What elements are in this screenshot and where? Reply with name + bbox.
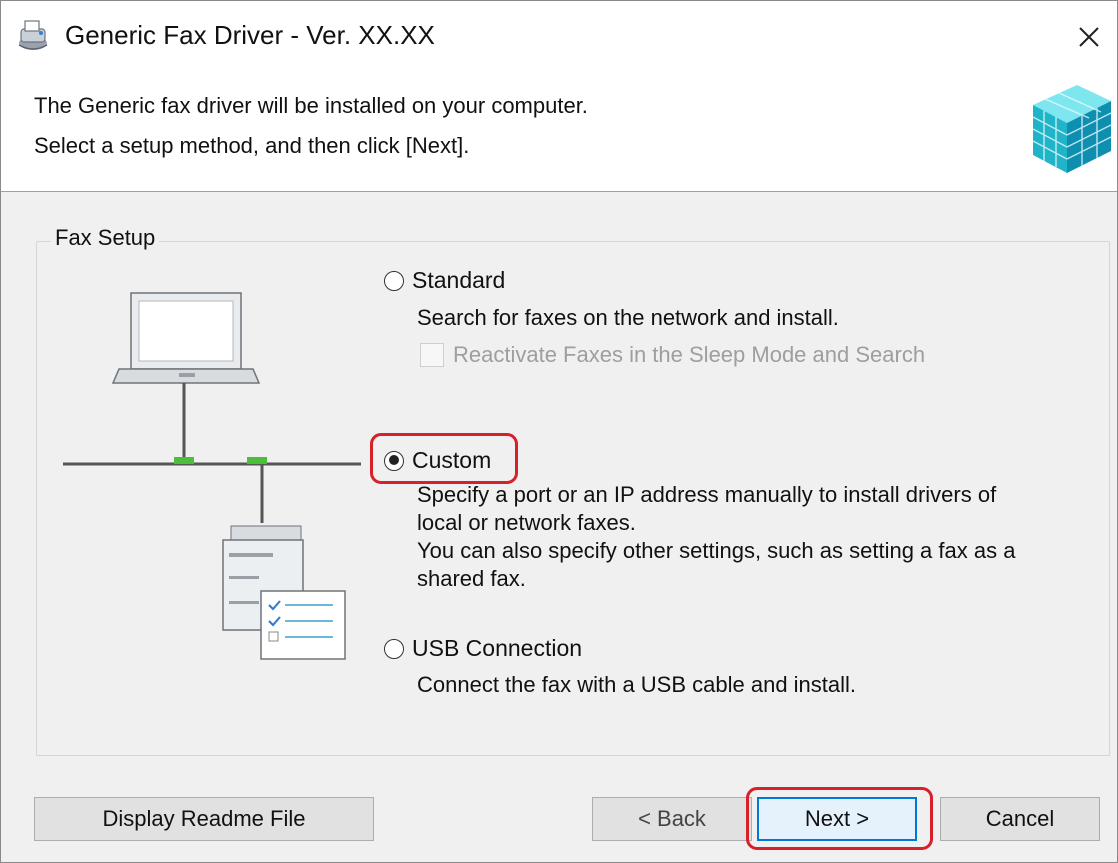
cancel-button[interactable]: Cancel xyxy=(940,797,1100,841)
fax-driver-app-icon xyxy=(18,20,48,50)
window-title: Generic Fax Driver - Ver. XX.XX xyxy=(65,20,435,50)
display-readme-button[interactable]: Display Readme File xyxy=(34,797,374,841)
title-bar: Generic Fax Driver - Ver. XX.XX xyxy=(1,1,1117,75)
radio-custom-circle[interactable] xyxy=(384,450,404,471)
usb-connection-description: Connect the fax with a USB cable and ins… xyxy=(417,672,857,697)
back-button[interactable]: < Back xyxy=(592,797,752,841)
custom-description-line-3: You can also specify other settings, suc… xyxy=(417,538,1016,563)
header-panel: The Generic fax driver will be installed… xyxy=(1,75,1117,192)
custom-description-line-1: Specify a port or an IP address manually… xyxy=(417,482,997,507)
network-illustration xyxy=(63,292,361,660)
next-button[interactable]: Next > xyxy=(757,797,917,841)
radio-usb-connection[interactable]: USB Connection xyxy=(384,635,582,662)
header-line-2: Select a setup method, and then click [N… xyxy=(34,133,470,158)
radio-standard-circle[interactable] xyxy=(384,270,404,291)
custom-description-line-2: local or network faxes. xyxy=(417,510,636,535)
fax-setup-group-label: Fax Setup xyxy=(51,225,160,251)
header-line-1: The Generic fax driver will be installed… xyxy=(34,93,588,118)
reactivate-faxes-checkbox[interactable]: Reactivate Faxes in the Sleep Mode and S… xyxy=(420,342,925,368)
reactivate-faxes-checkbox-box[interactable] xyxy=(420,343,444,367)
radio-standard-label: Standard xyxy=(412,267,506,293)
radio-usb-connection-label: USB Connection xyxy=(412,635,583,661)
radio-standard[interactable]: Standard xyxy=(384,267,505,294)
radio-custom-label: Custom xyxy=(412,447,492,473)
standard-description: Search for faxes on the network and inst… xyxy=(417,305,839,330)
reactivate-faxes-checkbox-label: Reactivate Faxes in the Sleep Mode and S… xyxy=(453,342,926,367)
custom-description-line-4: shared fax. xyxy=(417,566,526,591)
installer-cube-icon xyxy=(1032,85,1112,173)
network-line-icon xyxy=(63,383,361,523)
checklist-icon xyxy=(260,590,346,660)
close-icon[interactable] xyxy=(1067,15,1111,59)
radio-usb-connection-circle[interactable] xyxy=(384,638,404,659)
installer-window: Generic Fax Driver - Ver. XX.XX The Gene… xyxy=(0,0,1118,863)
radio-custom[interactable]: Custom xyxy=(384,447,491,474)
laptop-icon xyxy=(111,292,261,384)
